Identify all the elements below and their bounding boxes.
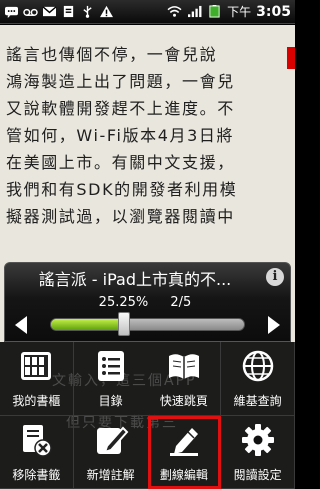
page-line: 謠言也傳個不停，一會兒說	[6, 45, 218, 64]
page-line: 管如何，Wi-Fi版本4月3日將	[6, 126, 235, 145]
page-line: 在美國上市。有關中文支援，	[6, 153, 235, 172]
wiki-lookup-button[interactable]: 維基查詢	[221, 342, 295, 416]
menu-label: 快速跳頁	[159, 394, 208, 408]
clipboard-icon	[63, 5, 74, 18]
menu-label: 新增註解	[86, 467, 135, 482]
warning-icon	[100, 5, 113, 18]
toc-button[interactable]: 目錄	[73, 342, 148, 416]
clock: 3:05	[256, 3, 291, 20]
slider-fill	[51, 319, 125, 330]
page-text: 謠言也傳個不停，一會兒說 鴻海製造上出了問題，一會兒 又說軟體開發趕不上進度。不…	[6, 41, 295, 230]
reading-settings-button[interactable]: 閱讀設定	[221, 415, 295, 489]
globe-icon	[242, 350, 273, 382]
previous-page-arrow-icon[interactable]	[15, 316, 27, 334]
menu-label: 劃線編輯	[159, 467, 208, 482]
progress-percent: 25.25%	[98, 295, 149, 310]
page-line: 鴻海製造上出了問題，一會兒	[6, 72, 235, 91]
slider-thumb[interactable]	[118, 312, 131, 336]
page-indicator: 2/5	[170, 295, 192, 310]
gmail-icon	[42, 6, 57, 17]
progress-readout: 25.25% 2/5	[5, 295, 285, 310]
sms-icon	[5, 6, 18, 18]
open-book-icon	[168, 354, 199, 379]
voicemail-icon	[23, 8, 38, 16]
page-line: 擬器測試過，以瀏覽器閱讀中	[6, 207, 235, 226]
time-ampm: 下午	[227, 5, 252, 19]
page-line: 又說軟體開發趕不上進度。不	[6, 99, 235, 118]
status-bar: 下午 3:05	[0, 0, 295, 24]
menu-label: 我的書櫃	[12, 394, 61, 408]
signal-icon	[188, 5, 202, 18]
next-page-arrow-icon[interactable]	[268, 316, 280, 334]
toc-icon	[97, 351, 124, 381]
page-slider[interactable]	[50, 318, 245, 331]
my-bookshelf-button[interactable]: 我的書櫃	[0, 342, 74, 416]
menu-label: 移除書籤	[12, 467, 61, 482]
usb-icon	[83, 5, 92, 18]
quick-jump-button[interactable]: 快速跳頁	[147, 342, 222, 416]
remove-bookmark-icon	[23, 424, 53, 457]
notification-icons	[4, 5, 114, 18]
page-line: 我們和有SDK的開發者利用模	[6, 180, 238, 199]
menu-label: 目錄	[98, 394, 123, 408]
bookshelf-icon	[21, 352, 52, 380]
info-button[interactable]: i	[266, 268, 284, 286]
page-nav-panel: 謠言派 - iPad上市真的不... i 25.25% 2/5	[4, 262, 291, 342]
menu-label: 閱讀設定	[233, 467, 282, 482]
wifi-icon	[167, 6, 182, 17]
remove-bookmark-button[interactable]: 移除書籤	[0, 415, 74, 489]
add-note-icon	[96, 426, 128, 454]
book-title: 謠言派 - iPad上市真的不...	[38, 270, 232, 289]
gear-icon	[241, 423, 274, 456]
highlight-pen-icon	[169, 427, 198, 456]
reader-menu: 文輸入，這三個APP 但只要下載第三 我的書櫃 目錄 快速跳頁 維基查詢 移除書…	[0, 342, 295, 489]
highlight-edit-button[interactable]: 劃線編輯	[147, 415, 222, 489]
menu-label: 維基查詢	[233, 394, 282, 408]
add-note-button[interactable]: 新增註解	[73, 416, 148, 489]
battery-icon	[209, 5, 220, 18]
